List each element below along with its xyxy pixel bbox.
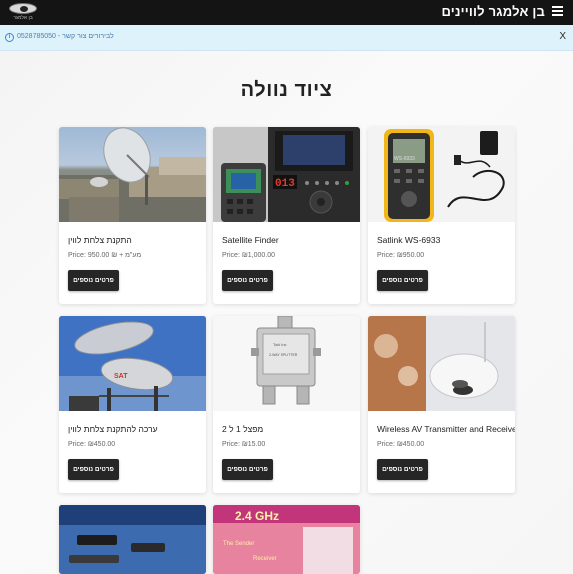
- product-card[interactable]: התקנת צלחת לווין Price: 950.00 ₪ + מע"מ …: [59, 127, 206, 304]
- svg-text:The Sender: The Sender: [223, 541, 254, 547]
- notice-text: לבירורים צור קשר - 0528785050: [17, 33, 114, 40]
- product-card[interactable]: 013 Satellite Finder Price: ₪1,000.00 פר…: [213, 127, 360, 304]
- product-price: Price: ₪950.00: [377, 252, 425, 259]
- product-price: Price: ₪450.00: [68, 441, 116, 448]
- product-image[interactable]: [59, 127, 206, 222]
- product-image[interactable]: [59, 505, 206, 574]
- info-icon: i: [5, 33, 14, 42]
- product-title[interactable]: Satlink WS-6933: [377, 235, 507, 245]
- svg-text:SAT: SAT: [114, 373, 128, 380]
- more-details-button[interactable]: פרטים נוספים: [68, 459, 119, 480]
- product-title[interactable]: ערכה להתקנת צלחת לווין: [68, 424, 198, 434]
- product-image[interactable]: Toki Inc 2-WAY SPLITTER: [213, 316, 360, 411]
- product-image[interactable]: 2.4 GHz The Sender Receiver: [213, 505, 360, 574]
- product-card[interactable]: WS-6933 Satlink WS-6933 Price: ₪950.00 פ…: [368, 127, 515, 304]
- info-notice-bar: i לבירורים צור קשר - 0528785050 X: [0, 25, 573, 51]
- product-image[interactable]: 013: [213, 127, 360, 222]
- logo-eye-icon: [9, 3, 37, 14]
- product-card[interactable]: 2.4 GHz The Sender Receiver: [213, 505, 360, 574]
- product-price: Price: 950.00 ₪ + מע"מ: [68, 252, 142, 259]
- product-title[interactable]: Wireless AV Transmitter and Receiver: [377, 424, 515, 434]
- hamburger-menu-icon[interactable]: [552, 6, 563, 17]
- more-details-button[interactable]: פרטים נוספים: [222, 270, 273, 291]
- logo-text: בן אלמגר: [13, 15, 33, 21]
- product-card[interactable]: Toki Inc 2-WAY SPLITTER מפצל 1 ל 2 Price…: [213, 316, 360, 493]
- product-price: Price: ₪450.00: [377, 441, 425, 448]
- product-title[interactable]: מפצל 1 ל 2: [222, 424, 352, 434]
- more-details-button[interactable]: פרטים נוספים: [377, 270, 428, 291]
- product-card[interactable]: Wireless AV Transmitter and Receiver Pri…: [368, 316, 515, 493]
- page-title: ציוד נוולה: [240, 79, 333, 101]
- more-details-button[interactable]: פרטים נוספים: [222, 459, 273, 480]
- product-image[interactable]: [368, 316, 515, 411]
- product-title[interactable]: Satellite Finder: [222, 235, 352, 245]
- product-image[interactable]: WS-6933: [368, 127, 515, 222]
- product-price: Price: ₪15.00: [222, 441, 266, 448]
- product-card[interactable]: SAT ערכה להתקנת צלחת לווין Price: ₪450.0…: [59, 316, 206, 493]
- logo[interactable]: בן אלמגר: [6, 2, 40, 23]
- close-notice-button[interactable]: X: [559, 31, 566, 42]
- more-details-button[interactable]: פרטים נוספים: [68, 270, 119, 291]
- svg-text:Receiver: Receiver: [253, 556, 277, 562]
- svg-text:2.4 GHz: 2.4 GHz: [235, 509, 279, 523]
- svg-text:Toki Inc: Toki Inc: [273, 342, 287, 347]
- svg-text:2-WAY SPLITTER: 2-WAY SPLITTER: [269, 353, 298, 357]
- product-card[interactable]: [59, 505, 206, 574]
- more-details-button[interactable]: פרטים נוספים: [377, 459, 428, 480]
- top-nav-bar: בן אלמגר בן אלמגר לוויינים: [0, 0, 573, 25]
- product-image[interactable]: SAT: [59, 316, 206, 411]
- svg-text:WS-6933: WS-6933: [394, 156, 415, 162]
- product-price: Price: ₪1,000.00: [222, 252, 276, 259]
- site-brand-title[interactable]: בן אלמגר לוויינים: [441, 4, 545, 19]
- product-title[interactable]: התקנת צלחת לווין: [68, 235, 198, 245]
- svg-text:013: 013: [275, 178, 295, 190]
